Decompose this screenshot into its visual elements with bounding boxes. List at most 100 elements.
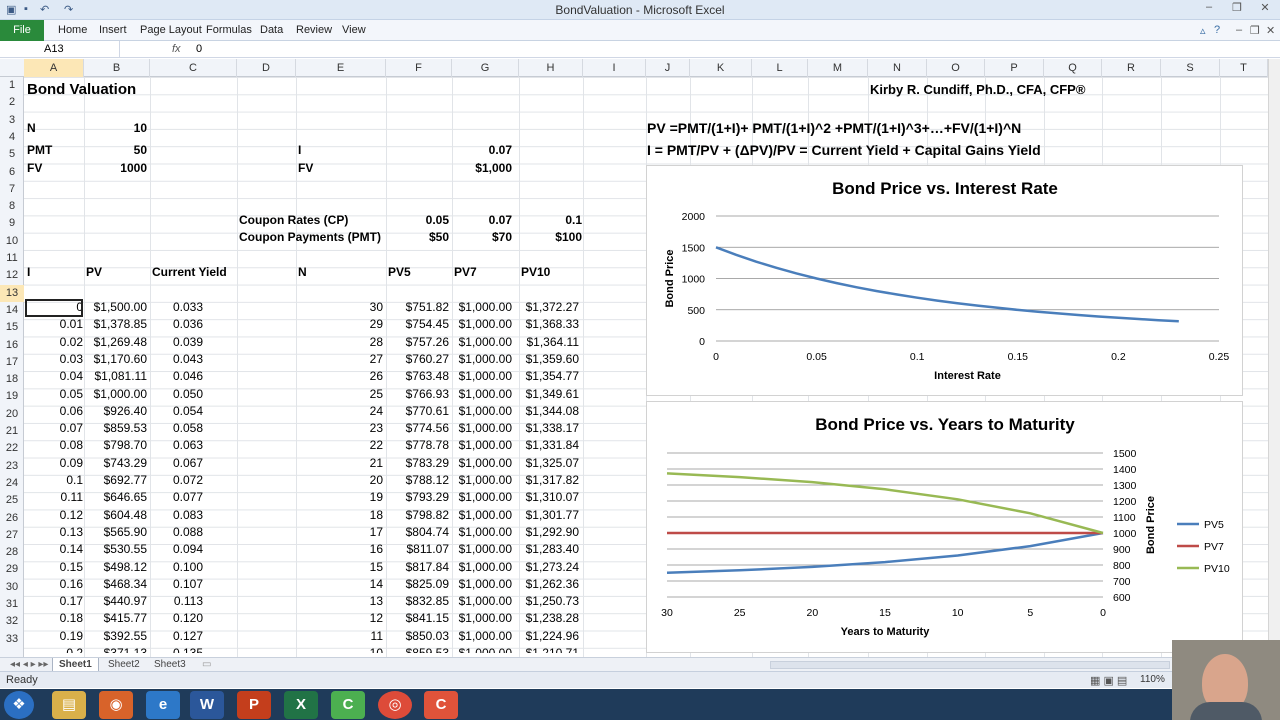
row-header-18[interactable]: 18 bbox=[0, 371, 24, 388]
firefox-icon[interactable]: ◉ bbox=[99, 691, 133, 719]
cell-pv7[interactable]: $1,000.00 bbox=[452, 316, 512, 333]
cell-pv10[interactable]: $1,344.08 bbox=[519, 403, 579, 420]
cell-i[interactable]: 0.17 bbox=[24, 593, 83, 610]
cell-current-yield[interactable]: 0.054 bbox=[150, 403, 203, 420]
cell-n[interactable]: 12 bbox=[296, 610, 383, 627]
cell-pv5[interactable]: $763.48 bbox=[386, 368, 449, 385]
formula-input[interactable]: 0 bbox=[196, 41, 202, 58]
cell-i[interactable]: 0.07 bbox=[24, 420, 83, 437]
cell-pv10[interactable]: $1,354.77 bbox=[519, 368, 579, 385]
col-header-h[interactable]: H bbox=[519, 59, 583, 77]
cell-current-yield[interactable]: 0.088 bbox=[150, 524, 203, 541]
col-header-d[interactable]: D bbox=[237, 59, 296, 77]
col-header-n[interactable]: N bbox=[868, 59, 927, 77]
row-header-33[interactable]: 33 bbox=[0, 631, 24, 648]
cell-pv[interactable]: $392.55 bbox=[84, 628, 147, 645]
cell-pv7[interactable]: $1,000.00 bbox=[452, 541, 512, 558]
fv2-value[interactable]: $1,000 bbox=[452, 160, 512, 177]
cell-n[interactable]: 22 bbox=[296, 437, 383, 454]
cell-n[interactable]: 30 bbox=[296, 299, 383, 316]
cell-n[interactable]: 24 bbox=[296, 403, 383, 420]
cell-pv5[interactable]: $825.09 bbox=[386, 576, 449, 593]
cell-pv5[interactable]: $788.12 bbox=[386, 472, 449, 489]
cell-i[interactable]: 0.09 bbox=[24, 455, 83, 472]
row-header-22[interactable]: 22 bbox=[0, 440, 24, 457]
col-header-f[interactable]: F bbox=[386, 59, 452, 77]
row-header-10[interactable]: 10 bbox=[0, 233, 24, 250]
cell-current-yield[interactable]: 0.039 bbox=[150, 334, 203, 351]
restore-icon[interactable]: ❐ bbox=[1226, 1, 1248, 17]
cell-pv7[interactable]: $1,000.00 bbox=[452, 576, 512, 593]
cell-pv7[interactable]: $1,000.00 bbox=[452, 403, 512, 420]
col-header-t[interactable]: T bbox=[1220, 59, 1268, 77]
cell-pv[interactable]: $468.34 bbox=[84, 576, 147, 593]
cell-pv[interactable]: $1,500.00 bbox=[84, 299, 147, 316]
cell-i[interactable]: 0.2 bbox=[24, 645, 83, 653]
row-header-25[interactable]: 25 bbox=[0, 492, 24, 509]
cell-i[interactable]: 0.1 bbox=[24, 472, 83, 489]
tab-review[interactable]: Review bbox=[296, 24, 332, 36]
cell-n[interactable]: 19 bbox=[296, 489, 383, 506]
zoom-level[interactable]: 110% bbox=[1140, 674, 1165, 685]
sheet-nav-icon[interactable]: ◂◂ ◂ ▸ ▸▸ bbox=[4, 658, 54, 672]
cell-pv5[interactable]: $751.82 bbox=[386, 299, 449, 316]
cell-current-yield[interactable]: 0.058 bbox=[150, 420, 203, 437]
row-header-31[interactable]: 31 bbox=[0, 596, 24, 613]
row-header-8[interactable]: 8 bbox=[0, 198, 24, 215]
collapse-ribbon-icon[interactable]: ▵ bbox=[1200, 24, 1206, 37]
cell-i[interactable]: 0.18 bbox=[24, 610, 83, 627]
cell-pv[interactable]: $371.13 bbox=[84, 645, 147, 653]
row-header-3[interactable]: 3 bbox=[0, 112, 24, 129]
cell-n[interactable]: 17 bbox=[296, 524, 383, 541]
row-header-27[interactable]: 27 bbox=[0, 527, 24, 544]
cell-pv[interactable]: $1,378.85 bbox=[84, 316, 147, 333]
vertical-scrollbar[interactable] bbox=[1268, 59, 1280, 657]
cell-pv7[interactable]: $1,000.00 bbox=[452, 593, 512, 610]
cell-pv7[interactable]: $1,000.00 bbox=[452, 489, 512, 506]
col-header-l[interactable]: L bbox=[752, 59, 808, 77]
cell-pv[interactable]: $798.70 bbox=[84, 437, 147, 454]
cell-pv5[interactable]: $754.45 bbox=[386, 316, 449, 333]
row-header-13[interactable]: 13 bbox=[0, 284, 24, 302]
cell-i[interactable]: 0.01 bbox=[24, 316, 83, 333]
coupon-pmt-10[interactable]: $100 bbox=[519, 229, 582, 246]
cell-i[interactable]: 0.05 bbox=[24, 386, 83, 403]
row-header-14[interactable]: 14 bbox=[0, 302, 24, 319]
cell-pv10[interactable]: $1,310.07 bbox=[519, 489, 579, 506]
selected-cell[interactable] bbox=[25, 299, 83, 317]
row-header-6[interactable]: 6 bbox=[0, 164, 24, 181]
col-header-j[interactable]: J bbox=[646, 59, 690, 77]
row-header-16[interactable]: 16 bbox=[0, 337, 24, 354]
cell-n[interactable]: 11 bbox=[296, 628, 383, 645]
col-header-a[interactable]: A bbox=[24, 59, 84, 77]
cell-pv5[interactable]: $817.84 bbox=[386, 559, 449, 576]
cell-pv7[interactable]: $1,000.00 bbox=[452, 455, 512, 472]
col-header-o[interactable]: O bbox=[927, 59, 985, 77]
row-header-9[interactable]: 9 bbox=[0, 215, 24, 232]
col-header-b[interactable]: B bbox=[84, 59, 150, 77]
n-value[interactable]: 10 bbox=[84, 120, 147, 137]
cell-pv10[interactable]: $1,338.17 bbox=[519, 420, 579, 437]
tab-formulas[interactable]: Formulas bbox=[206, 24, 252, 36]
cell-pv5[interactable]: $850.03 bbox=[386, 628, 449, 645]
cell-pv5[interactable]: $760.27 bbox=[386, 351, 449, 368]
cell-pv5[interactable]: $766.93 bbox=[386, 386, 449, 403]
view-buttons-icon[interactable]: ▦ ▣ ▤ bbox=[1090, 674, 1127, 687]
cell-pv[interactable]: $1,170.60 bbox=[84, 351, 147, 368]
cell-n[interactable]: 21 bbox=[296, 455, 383, 472]
explorer-icon[interactable]: ▤ bbox=[52, 691, 86, 719]
cell-pv7[interactable]: $1,000.00 bbox=[452, 420, 512, 437]
row-header-4[interactable]: 4 bbox=[0, 129, 24, 146]
cell-n[interactable]: 28 bbox=[296, 334, 383, 351]
col-header-s[interactable]: S bbox=[1161, 59, 1220, 77]
cell-pv5[interactable]: $778.78 bbox=[386, 437, 449, 454]
cell-pv[interactable]: $1,081.11 bbox=[84, 368, 148, 385]
tab-sheet3[interactable]: Sheet3 bbox=[148, 658, 192, 672]
cell-current-yield[interactable]: 0.100 bbox=[150, 559, 203, 576]
cell-pv10[interactable]: $1,210.71 bbox=[519, 645, 579, 653]
cell-n[interactable]: 25 bbox=[296, 386, 383, 403]
cell-pv10[interactable]: $1,364.11 bbox=[519, 334, 580, 351]
cell-pv5[interactable]: $770.61 bbox=[386, 403, 449, 420]
cell-i[interactable]: 0.08 bbox=[24, 437, 83, 454]
cell-current-yield[interactable]: 0.046 bbox=[150, 368, 203, 385]
